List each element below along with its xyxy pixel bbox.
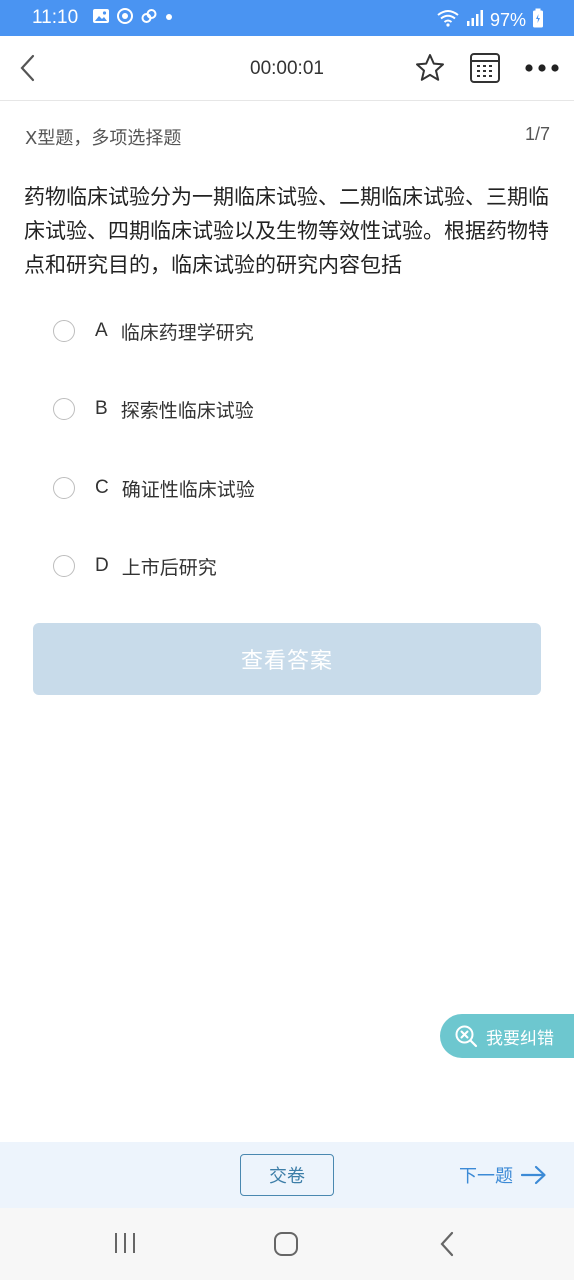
option-text: 上市后研究 bbox=[121, 556, 217, 579]
nav-bar: 00:00:01 bbox=[0, 36, 574, 101]
star-icon bbox=[416, 54, 444, 81]
favorite-button[interactable] bbox=[414, 52, 446, 84]
option-text: 探索性临床试验 bbox=[120, 399, 254, 422]
option-text: 临床药理学研究 bbox=[120, 321, 254, 344]
home-icon bbox=[274, 1232, 298, 1256]
report-error-button[interactable]: 我要纠错 bbox=[440, 1014, 574, 1058]
radio-icon[interactable] bbox=[53, 320, 75, 342]
answer-sheet-button[interactable] bbox=[469, 52, 501, 84]
option-letter: B bbox=[95, 398, 108, 419]
gallery-icon bbox=[92, 7, 110, 29]
status-right: 97% bbox=[436, 8, 544, 33]
home-button[interactable] bbox=[272, 1230, 300, 1262]
next-question-button[interactable]: 下一题 bbox=[459, 1162, 547, 1188]
option-letter: C bbox=[95, 477, 109, 498]
submit-exam-button[interactable]: 交卷 bbox=[240, 1154, 334, 1196]
search-close-icon bbox=[455, 1025, 478, 1048]
option-letter: D bbox=[95, 555, 109, 576]
report-error-label: 我要纠错 bbox=[486, 1028, 554, 1049]
more-dots-icon bbox=[525, 64, 559, 72]
question-progress: 1/7 bbox=[524, 124, 550, 144]
wifi-icon bbox=[436, 9, 460, 32]
radio-icon[interactable] bbox=[53, 477, 75, 499]
option-a[interactable]: A 临床药理学研究 bbox=[53, 311, 254, 351]
option-d[interactable]: D 上市后研究 bbox=[53, 546, 217, 586]
answer-sheet-icon bbox=[470, 53, 500, 83]
next-question-label: 下一题 bbox=[459, 1166, 513, 1187]
view-answer-button[interactable]: 查看答案 bbox=[33, 623, 541, 695]
back-icon bbox=[440, 1231, 454, 1257]
bottom-action-bar: 交卷 下一题 bbox=[0, 1142, 574, 1208]
option-c[interactable]: C 确证性临床试验 bbox=[53, 468, 255, 508]
status-notification-icons bbox=[92, 8, 174, 28]
question-stem: 药物临床试验分为一期临床试验、二期临床试验、三期临床试验、四期临床试验以及生物等… bbox=[24, 185, 549, 277]
recent-apps-icon bbox=[115, 1233, 135, 1253]
radio-icon[interactable] bbox=[53, 555, 75, 577]
option-letter: A bbox=[95, 320, 108, 341]
radio-icon[interactable] bbox=[53, 398, 75, 420]
battery-percent: 97% bbox=[489, 10, 526, 30]
arrow-right-icon bbox=[521, 1165, 546, 1185]
recent-apps-button[interactable] bbox=[112, 1230, 138, 1260]
dot-icon bbox=[164, 7, 174, 29]
system-nav-bar bbox=[0, 1208, 574, 1280]
status-bar: 11:10 97% bbox=[0, 0, 574, 36]
option-text: 确证性临床试验 bbox=[121, 478, 255, 501]
system-back-button[interactable] bbox=[436, 1230, 460, 1262]
more-button[interactable] bbox=[524, 56, 560, 80]
option-b[interactable]: B 探索性临床试验 bbox=[53, 389, 254, 429]
status-time: 11:10 bbox=[32, 7, 79, 28]
signal-icon bbox=[466, 9, 484, 32]
link-icon bbox=[140, 7, 158, 29]
sync-icon bbox=[116, 7, 134, 29]
question-type-label: X型题，多项选择题 bbox=[25, 128, 182, 149]
battery-icon bbox=[532, 8, 544, 33]
